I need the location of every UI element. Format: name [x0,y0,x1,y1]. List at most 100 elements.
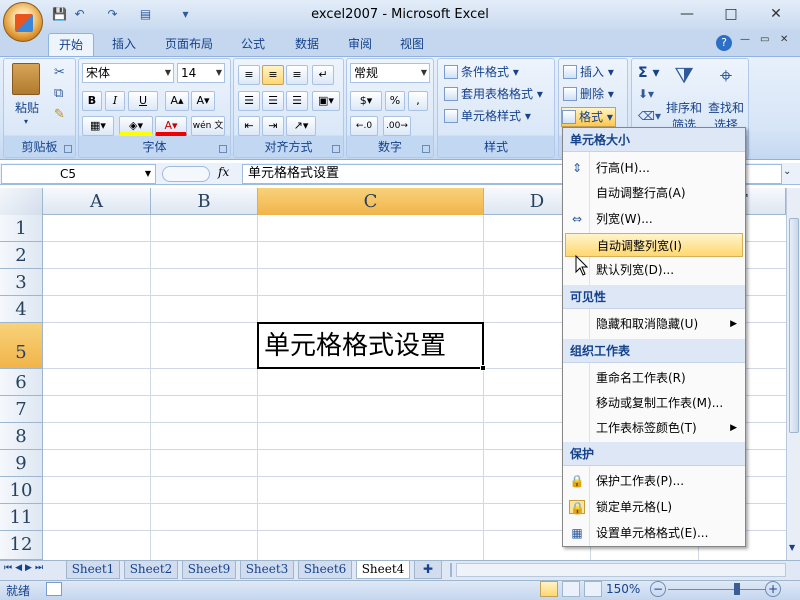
normal-view-icon[interactable] [540,581,558,597]
sheet-tab-sheet2[interactable]: Sheet2 [124,561,178,579]
clear-icon[interactable]: ⌫▾ [638,109,661,123]
cut-icon[interactable]: ✂ [54,65,65,80]
row-header-10[interactable]: 10 [0,477,43,504]
menu-item-lock-cell[interactable]: 🔒 锁定单元格(L) [563,495,745,519]
increase-indent-button[interactable]: ⇥ [262,116,284,136]
column-header-b[interactable]: B [151,188,258,215]
font-name-combo[interactable]: 宋体 ▼ [82,63,174,83]
print-preview-icon[interactable]: ▤ [138,7,153,22]
insert-function-button[interactable]: fx [218,165,229,179]
alignment-launcher-icon[interactable] [332,145,340,153]
menu-item-protect-sheet[interactable]: 🔒 保护工作表(P)... [563,469,745,493]
fill-handle[interactable] [480,365,486,371]
formula-expand-handle[interactable] [162,166,210,182]
workbook-close-icon[interactable]: ✕ [780,34,788,45]
row-header-2[interactable]: 2 [0,242,43,269]
zoom-level[interactable]: 150% [606,582,640,596]
close-button[interactable]: ✕ [765,5,787,23]
undo-icon[interactable]: ↶ [72,7,87,22]
tab-page-layout[interactable]: 页面布局 [158,33,220,56]
row-header-11[interactable]: 11 [0,504,43,531]
sheet-nav-icon[interactable]: ⏮◀▶⏭ [4,563,46,573]
zoom-slider-thumb[interactable] [734,583,740,595]
horizontal-scrollbar[interactable] [456,563,786,577]
tab-insert[interactable]: 插入 [104,33,144,56]
page-break-view-icon[interactable] [584,581,602,597]
currency-button[interactable]: $▾ [350,91,382,111]
sheet-tab-sheet3[interactable]: Sheet3 [240,561,294,579]
tab-view[interactable]: 视图 [392,33,432,56]
paste-button[interactable]: 粘贴 [12,99,42,116]
formula-bar-expand-icon[interactable]: ⌄ [783,166,791,177]
name-box[interactable]: C5 ▼ [1,164,156,184]
vertical-scrollbar[interactable]: ▼ [786,188,800,560]
font-launcher-icon[interactable] [219,145,227,153]
align-middle-button[interactable]: ≡ [262,65,284,85]
ribbon-restore-icon[interactable]: ▭ [760,34,769,45]
decrease-decimal-button[interactable]: .00→ [383,116,411,136]
format-painter-icon[interactable]: ✎ [54,107,65,122]
bold-button[interactable]: B [82,91,102,111]
zoom-in-icon[interactable]: + [765,581,781,597]
tab-split-handle[interactable] [450,563,454,577]
redo-icon[interactable]: ↷ [105,7,120,22]
insert-cells-button[interactable]: 插入 ▾ [563,63,614,83]
row-header-6[interactable]: 6 [0,369,43,396]
menu-item-hide-unhide[interactable]: 隐藏和取消隐藏(U) ▶ [563,312,745,336]
active-cell-c5[interactable]: 单元格格式设置 [257,322,484,369]
paste-icon[interactable] [12,63,40,95]
row-header-7[interactable]: 7 [0,396,43,423]
tab-data[interactable]: 数据 [287,33,327,56]
menu-item-rename-sheet[interactable]: 重命名工作表(R) [563,366,745,390]
decrease-indent-button[interactable]: ⇤ [238,116,260,136]
sheet-tab-sheet1[interactable]: Sheet1 [66,561,120,579]
row-header-4[interactable]: 4 [0,296,43,323]
percent-button[interactable]: % [385,91,405,111]
number-format-combo[interactable]: 常规 ▼ [350,63,430,83]
menu-item-autofit-column[interactable]: 自动调整列宽(I) [565,233,743,257]
increase-decimal-button[interactable]: ←.0 [350,116,378,136]
fill-icon[interactable]: ⬇▾ [638,87,654,101]
format-cells-button[interactable]: 格式 ▾ [561,107,616,127]
row-header-12[interactable]: 12 [0,531,43,560]
merge-center-button[interactable]: ▣▾ [312,91,340,111]
find-select-icon[interactable]: ⌖ [712,64,740,94]
autosum-icon[interactable]: Σ ▾ [638,65,659,81]
font-size-combo[interactable]: 14 ▼ [177,63,225,83]
menu-item-autofit-row[interactable]: 自动调整行高(A) [563,181,745,205]
tab-review[interactable]: 审阅 [340,33,380,56]
clipboard-launcher-icon[interactable] [64,145,72,153]
row-header-3[interactable]: 3 [0,269,43,296]
sheet-tab-sheet6[interactable]: Sheet6 [298,561,352,579]
column-header-a[interactable]: A [43,188,151,215]
office-button[interactable] [3,2,43,42]
menu-item-default-width[interactable]: 默认列宽(D)... [563,258,745,282]
vertical-scroll-thumb[interactable] [789,218,799,433]
orientation-button[interactable]: ↗▾ [286,116,316,136]
underline-button[interactable]: U [128,91,158,111]
select-all-button[interactable] [0,188,43,215]
menu-item-column-width[interactable]: ⇔ 列宽(W)... [563,207,745,231]
row-header-9[interactable]: 9 [0,450,43,477]
italic-button[interactable]: I [105,91,125,111]
tab-formulas[interactable]: 公式 [233,33,273,56]
shrink-font-button[interactable]: A▾ [191,91,215,111]
align-bottom-button[interactable]: ≡ [286,65,308,85]
menu-item-row-height[interactable]: ⇕ 行高(H)... [563,156,745,180]
align-top-button[interactable]: ≡ [238,65,260,85]
conditional-format-button[interactable]: 条件格式 ▾ [444,63,519,83]
paste-dropdown-icon[interactable]: ▾ [24,117,28,126]
phonetic-button[interactable]: wén 文 [191,116,225,136]
menu-item-tab-color[interactable]: 工作表标签颜色(T) ▶ [563,416,745,440]
cell-styles-button[interactable]: 单元格样式 ▾ [444,107,531,127]
save-icon[interactable]: 💾 [52,7,67,22]
column-header-c[interactable]: C [258,188,484,215]
grow-font-button[interactable]: A▴ [165,91,189,111]
font-color-button[interactable]: A▾ [155,116,187,136]
sheet-tab-sheet4[interactable]: Sheet4 [356,561,410,579]
format-as-table-button[interactable]: 套用表格格式 ▾ [444,85,543,105]
comma-button[interactable]: , [408,91,428,111]
borders-button[interactable]: ▦▾ [82,116,114,136]
delete-cells-button[interactable]: 删除 ▾ [563,85,614,105]
number-launcher-icon[interactable] [422,145,430,153]
